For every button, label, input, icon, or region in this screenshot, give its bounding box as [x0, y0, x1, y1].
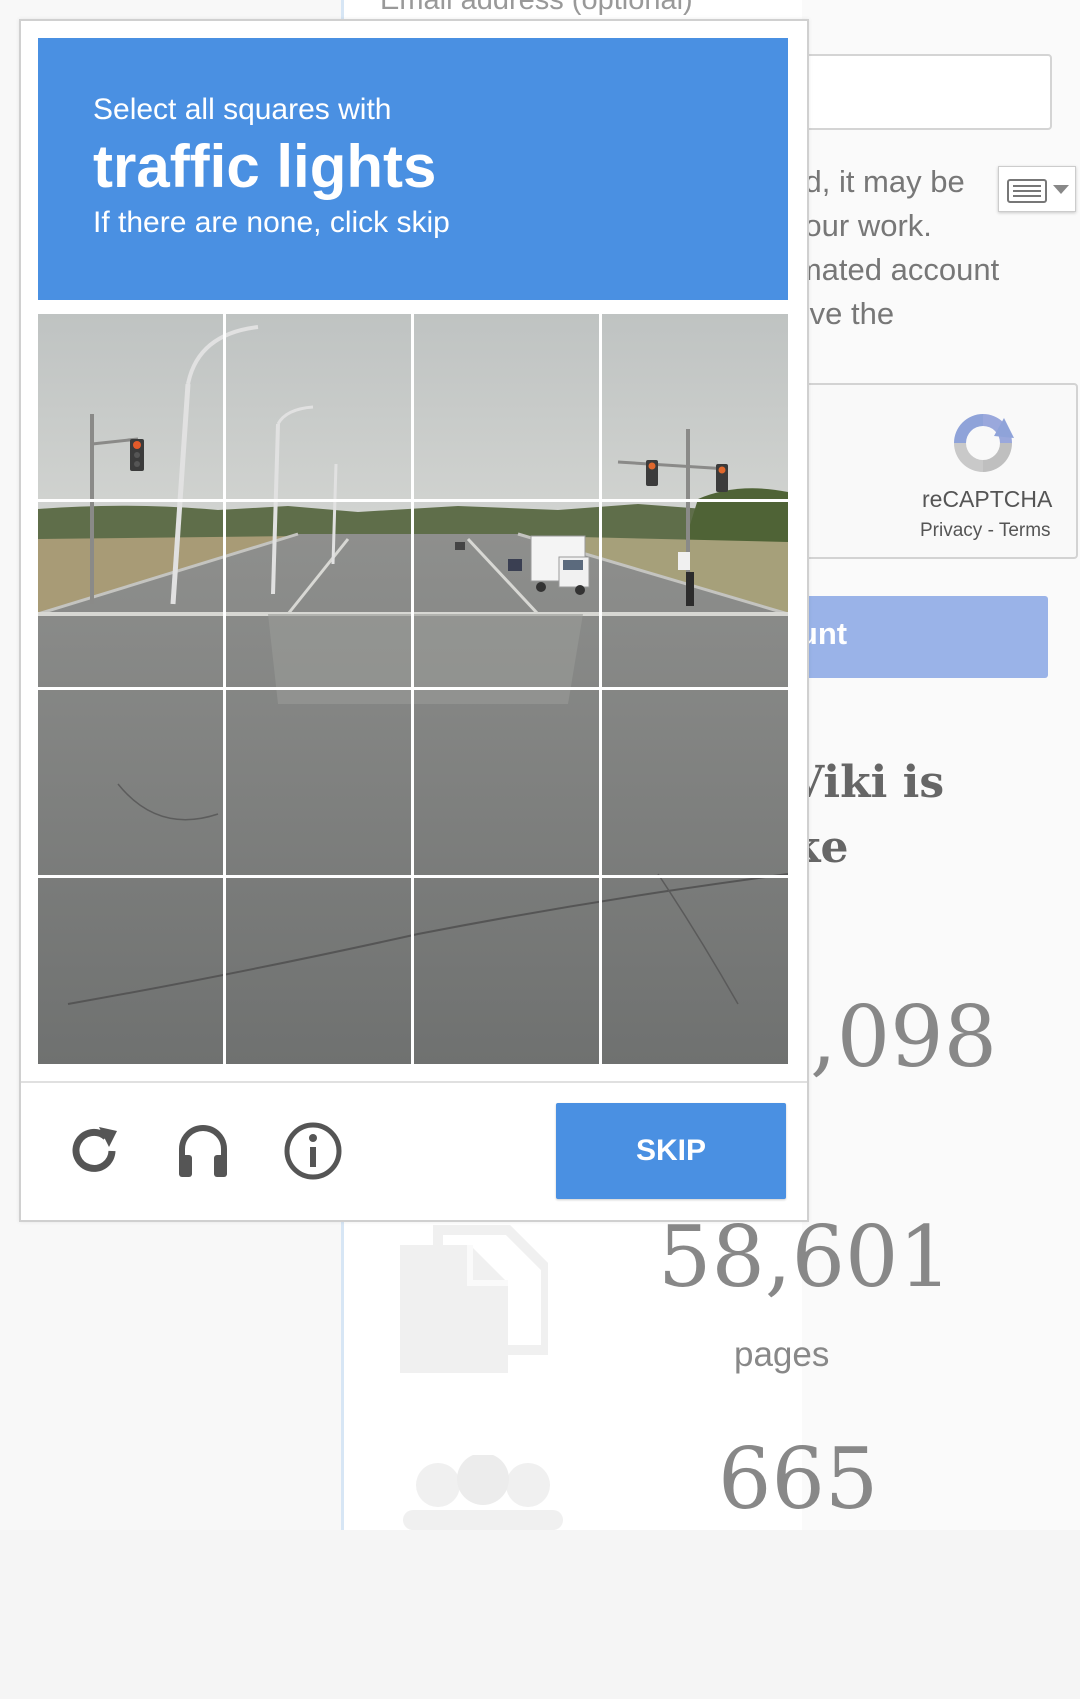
image-tile[interactable]: [602, 690, 788, 876]
bottom-strip: [0, 1530, 1080, 1699]
recaptcha-challenge-dialog: Select all squares with traffic lights I…: [19, 19, 809, 1222]
image-tile-grid: [38, 314, 788, 1064]
image-tile[interactable]: [414, 502, 600, 688]
chevron-down-icon: [1053, 185, 1069, 194]
keyboard-icon: [1007, 179, 1047, 203]
challenge-header: Select all squares with traffic lights I…: [38, 38, 788, 300]
image-tile[interactable]: [414, 690, 600, 876]
edits-count: ,098: [810, 988, 998, 1086]
image-tile[interactable]: [38, 502, 224, 688]
recaptcha-logo-icon: [954, 414, 1014, 472]
image-tile[interactable]: [602, 878, 788, 1064]
image-tile[interactable]: [38, 690, 224, 876]
image-tile[interactable]: [602, 314, 788, 500]
image-tile[interactable]: [414, 314, 600, 500]
keyboard-toggle[interactable]: [998, 166, 1076, 212]
image-tile[interactable]: [38, 314, 224, 500]
users-icon: [403, 1455, 563, 1530]
image-tile[interactable]: [226, 502, 412, 688]
users-count: 665: [718, 1430, 879, 1528]
pages-icon: [400, 1225, 548, 1373]
reload-icon[interactable]: [65, 1121, 125, 1181]
headphones-icon[interactable]: [173, 1121, 233, 1181]
recaptcha-title: reCAPTCHA: [922, 486, 1053, 512]
image-tile[interactable]: [226, 314, 412, 500]
wiki-heading: Viki is: [790, 757, 945, 808]
pages-label: pages: [734, 1335, 830, 1374]
image-tile[interactable]: [414, 878, 600, 1064]
image-tile[interactable]: [38, 878, 224, 1064]
instruction-target: traffic lights: [93, 133, 437, 200]
pages-count: 58,601: [658, 1208, 952, 1306]
image-tile[interactable]: [226, 690, 412, 876]
instruction-subtext: If there are none, click skip: [93, 206, 450, 239]
email-label: Email address (optional): [380, 0, 693, 16]
skip-button[interactable]: SKIP: [556, 1103, 786, 1199]
image-tile[interactable]: [602, 502, 788, 688]
footer-divider: [21, 1081, 807, 1083]
image-tile[interactable]: [226, 878, 412, 1064]
instruction-text: Select all squares with: [93, 93, 392, 126]
info-icon[interactable]: [283, 1121, 343, 1181]
recaptcha-links[interactable]: Privacy - Terms: [920, 520, 1051, 542]
